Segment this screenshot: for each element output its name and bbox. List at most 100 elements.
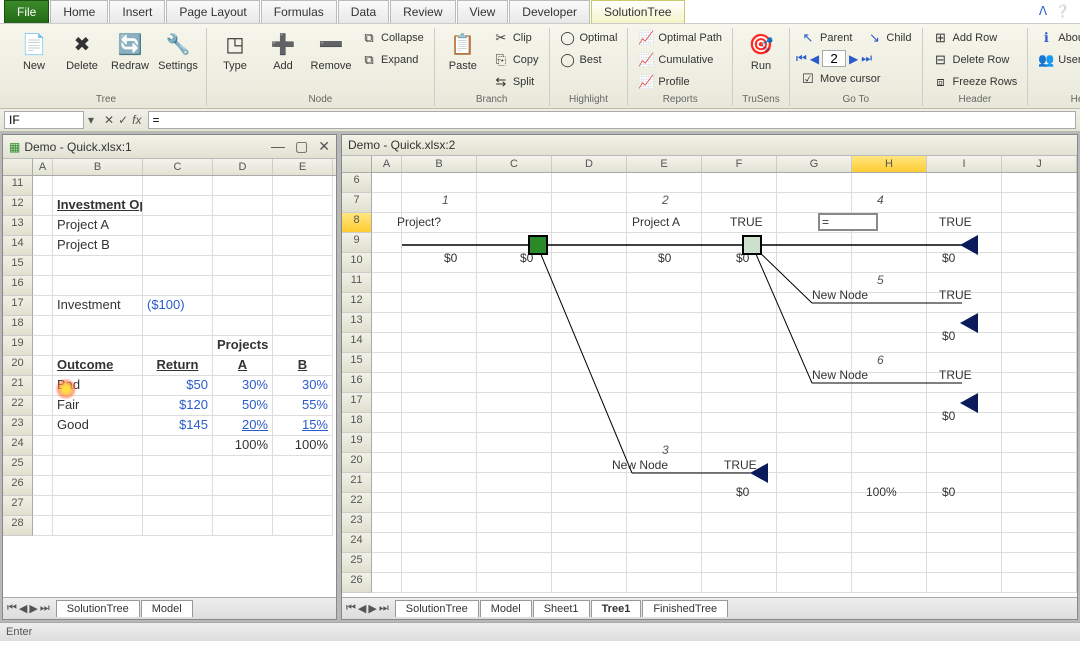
cell[interactable]: Projects — [213, 336, 273, 356]
cell[interactable] — [33, 276, 53, 296]
col-header[interactable]: B — [402, 156, 477, 172]
cell[interactable]: Project A — [53, 216, 143, 236]
split-button[interactable]: ⇆Split — [489, 72, 543, 92]
cell[interactable] — [273, 476, 333, 496]
cell[interactable]: 20% — [213, 416, 273, 436]
goto-number-input[interactable] — [822, 50, 846, 67]
row-header[interactable]: 15 — [3, 256, 33, 276]
cell[interactable] — [53, 496, 143, 516]
user-guide-button[interactable]: 👥User Guide ▾ — [1034, 50, 1080, 70]
cell[interactable] — [53, 316, 143, 336]
row-header[interactable]: 18 — [3, 316, 33, 336]
cell[interactable] — [143, 196, 213, 216]
sheet-tab[interactable]: SolutionTree — [56, 600, 140, 617]
cell[interactable]: Project B — [53, 236, 143, 256]
sheet-tab[interactable]: Tree1 — [591, 600, 642, 617]
cell[interactable] — [33, 296, 53, 316]
cell[interactable] — [143, 176, 213, 196]
cell[interactable] — [33, 436, 53, 456]
help-icon[interactable]: ❔ — [1055, 4, 1070, 19]
cell[interactable] — [33, 196, 53, 216]
sheet-nav-last-icon[interactable]: ⏭ — [379, 602, 389, 615]
maximize-icon[interactable]: ▢ — [295, 138, 308, 155]
cell[interactable]: $50 — [143, 376, 213, 396]
accept-formula-icon[interactable]: ✓ — [118, 113, 128, 127]
paste-button[interactable]: 📋Paste — [441, 28, 485, 74]
sheet-tab[interactable]: Sheet1 — [533, 600, 590, 617]
profile-button[interactable]: 📈Profile — [634, 72, 726, 92]
move-cursor-check[interactable]: ☑Move cursor — [796, 69, 916, 89]
sheet-nav-next-icon[interactable]: ▶ — [29, 602, 37, 615]
nav-last-icon[interactable]: ⏭ — [861, 51, 872, 66]
cell[interactable] — [143, 336, 213, 356]
cell[interactable] — [143, 496, 213, 516]
cell[interactable] — [213, 176, 273, 196]
cell[interactable] — [143, 256, 213, 276]
cell[interactable] — [33, 176, 53, 196]
cell[interactable]: 30% — [273, 376, 333, 396]
cell[interactable] — [273, 296, 333, 316]
minimize-icon[interactable]: — — [271, 138, 285, 155]
sheet-nav-next-icon[interactable]: ▶ — [368, 602, 376, 615]
nav-prev-icon[interactable]: ◀ — [810, 52, 819, 66]
cell[interactable] — [33, 256, 53, 276]
sheet-nav-first-icon[interactable]: ⏮ — [346, 602, 356, 615]
col-header[interactable]: C — [143, 159, 213, 175]
tab-developer[interactable]: Developer — [509, 0, 590, 23]
cell[interactable] — [143, 436, 213, 456]
row-header[interactable]: 21 — [3, 376, 33, 396]
cell[interactable] — [33, 416, 53, 436]
cell[interactable]: Investment — [53, 296, 143, 316]
cell[interactable] — [273, 316, 333, 336]
tab-review[interactable]: Review — [390, 0, 455, 23]
cell[interactable] — [213, 256, 273, 276]
nav-next-icon[interactable]: ▶ — [849, 52, 858, 66]
col-header[interactable]: I — [927, 156, 1002, 172]
row-header[interactable]: 13 — [3, 216, 33, 236]
cell[interactable]: Return — [143, 356, 213, 376]
cell[interactable]: Investment Options — [53, 196, 143, 216]
chance-node[interactable] — [742, 235, 762, 255]
optimal-button[interactable]: ◯Optimal — [556, 28, 622, 48]
copy-button[interactable]: ⎘Copy — [489, 50, 543, 70]
collapse-button[interactable]: ⧉Collapse — [357, 28, 428, 48]
col-header[interactable]: C — [477, 156, 552, 172]
cell[interactable]: B — [273, 356, 333, 376]
cell[interactable] — [213, 196, 273, 216]
terminal-node[interactable] — [960, 393, 978, 413]
cell[interactable] — [53, 276, 143, 296]
cell[interactable] — [273, 496, 333, 516]
cell[interactable] — [33, 236, 53, 256]
terminal-node[interactable] — [750, 463, 768, 483]
add-row-button[interactable]: ⊞Add Row — [929, 28, 1022, 48]
cell[interactable] — [33, 316, 53, 336]
close-icon[interactable]: ✕ — [318, 138, 330, 155]
cell[interactable] — [33, 496, 53, 516]
cell[interactable] — [33, 456, 53, 476]
cell[interactable] — [53, 256, 143, 276]
best-button[interactable]: ◯Best — [556, 50, 622, 70]
cell[interactable]: $120 — [143, 396, 213, 416]
cell[interactable] — [53, 516, 143, 536]
child-button[interactable]: ↘Child — [862, 28, 915, 48]
cell[interactable] — [213, 476, 273, 496]
tab-home[interactable]: Home — [50, 0, 108, 23]
cell[interactable]: 30% — [213, 376, 273, 396]
row-header[interactable]: 26 — [3, 476, 33, 496]
optimal-path-button[interactable]: 📈Optimal Path — [634, 28, 726, 48]
row-header[interactable]: 22 — [3, 396, 33, 416]
cell[interactable] — [33, 356, 53, 376]
name-box[interactable] — [4, 111, 84, 129]
col-header[interactable]: A — [372, 156, 402, 172]
cell[interactable] — [53, 436, 143, 456]
col-header[interactable]: B — [53, 159, 143, 175]
cell[interactable] — [53, 476, 143, 496]
tab-data[interactable]: Data — [338, 0, 389, 23]
terminal-node[interactable] — [960, 235, 978, 255]
tab-formulas[interactable]: Formulas — [261, 0, 337, 23]
type-button[interactable]: ◳Type — [213, 28, 257, 74]
tab-insert[interactable]: Insert — [109, 0, 165, 23]
cell[interactable] — [273, 256, 333, 276]
sheet-tab[interactable]: Model — [141, 600, 193, 617]
cell[interactable] — [273, 276, 333, 296]
